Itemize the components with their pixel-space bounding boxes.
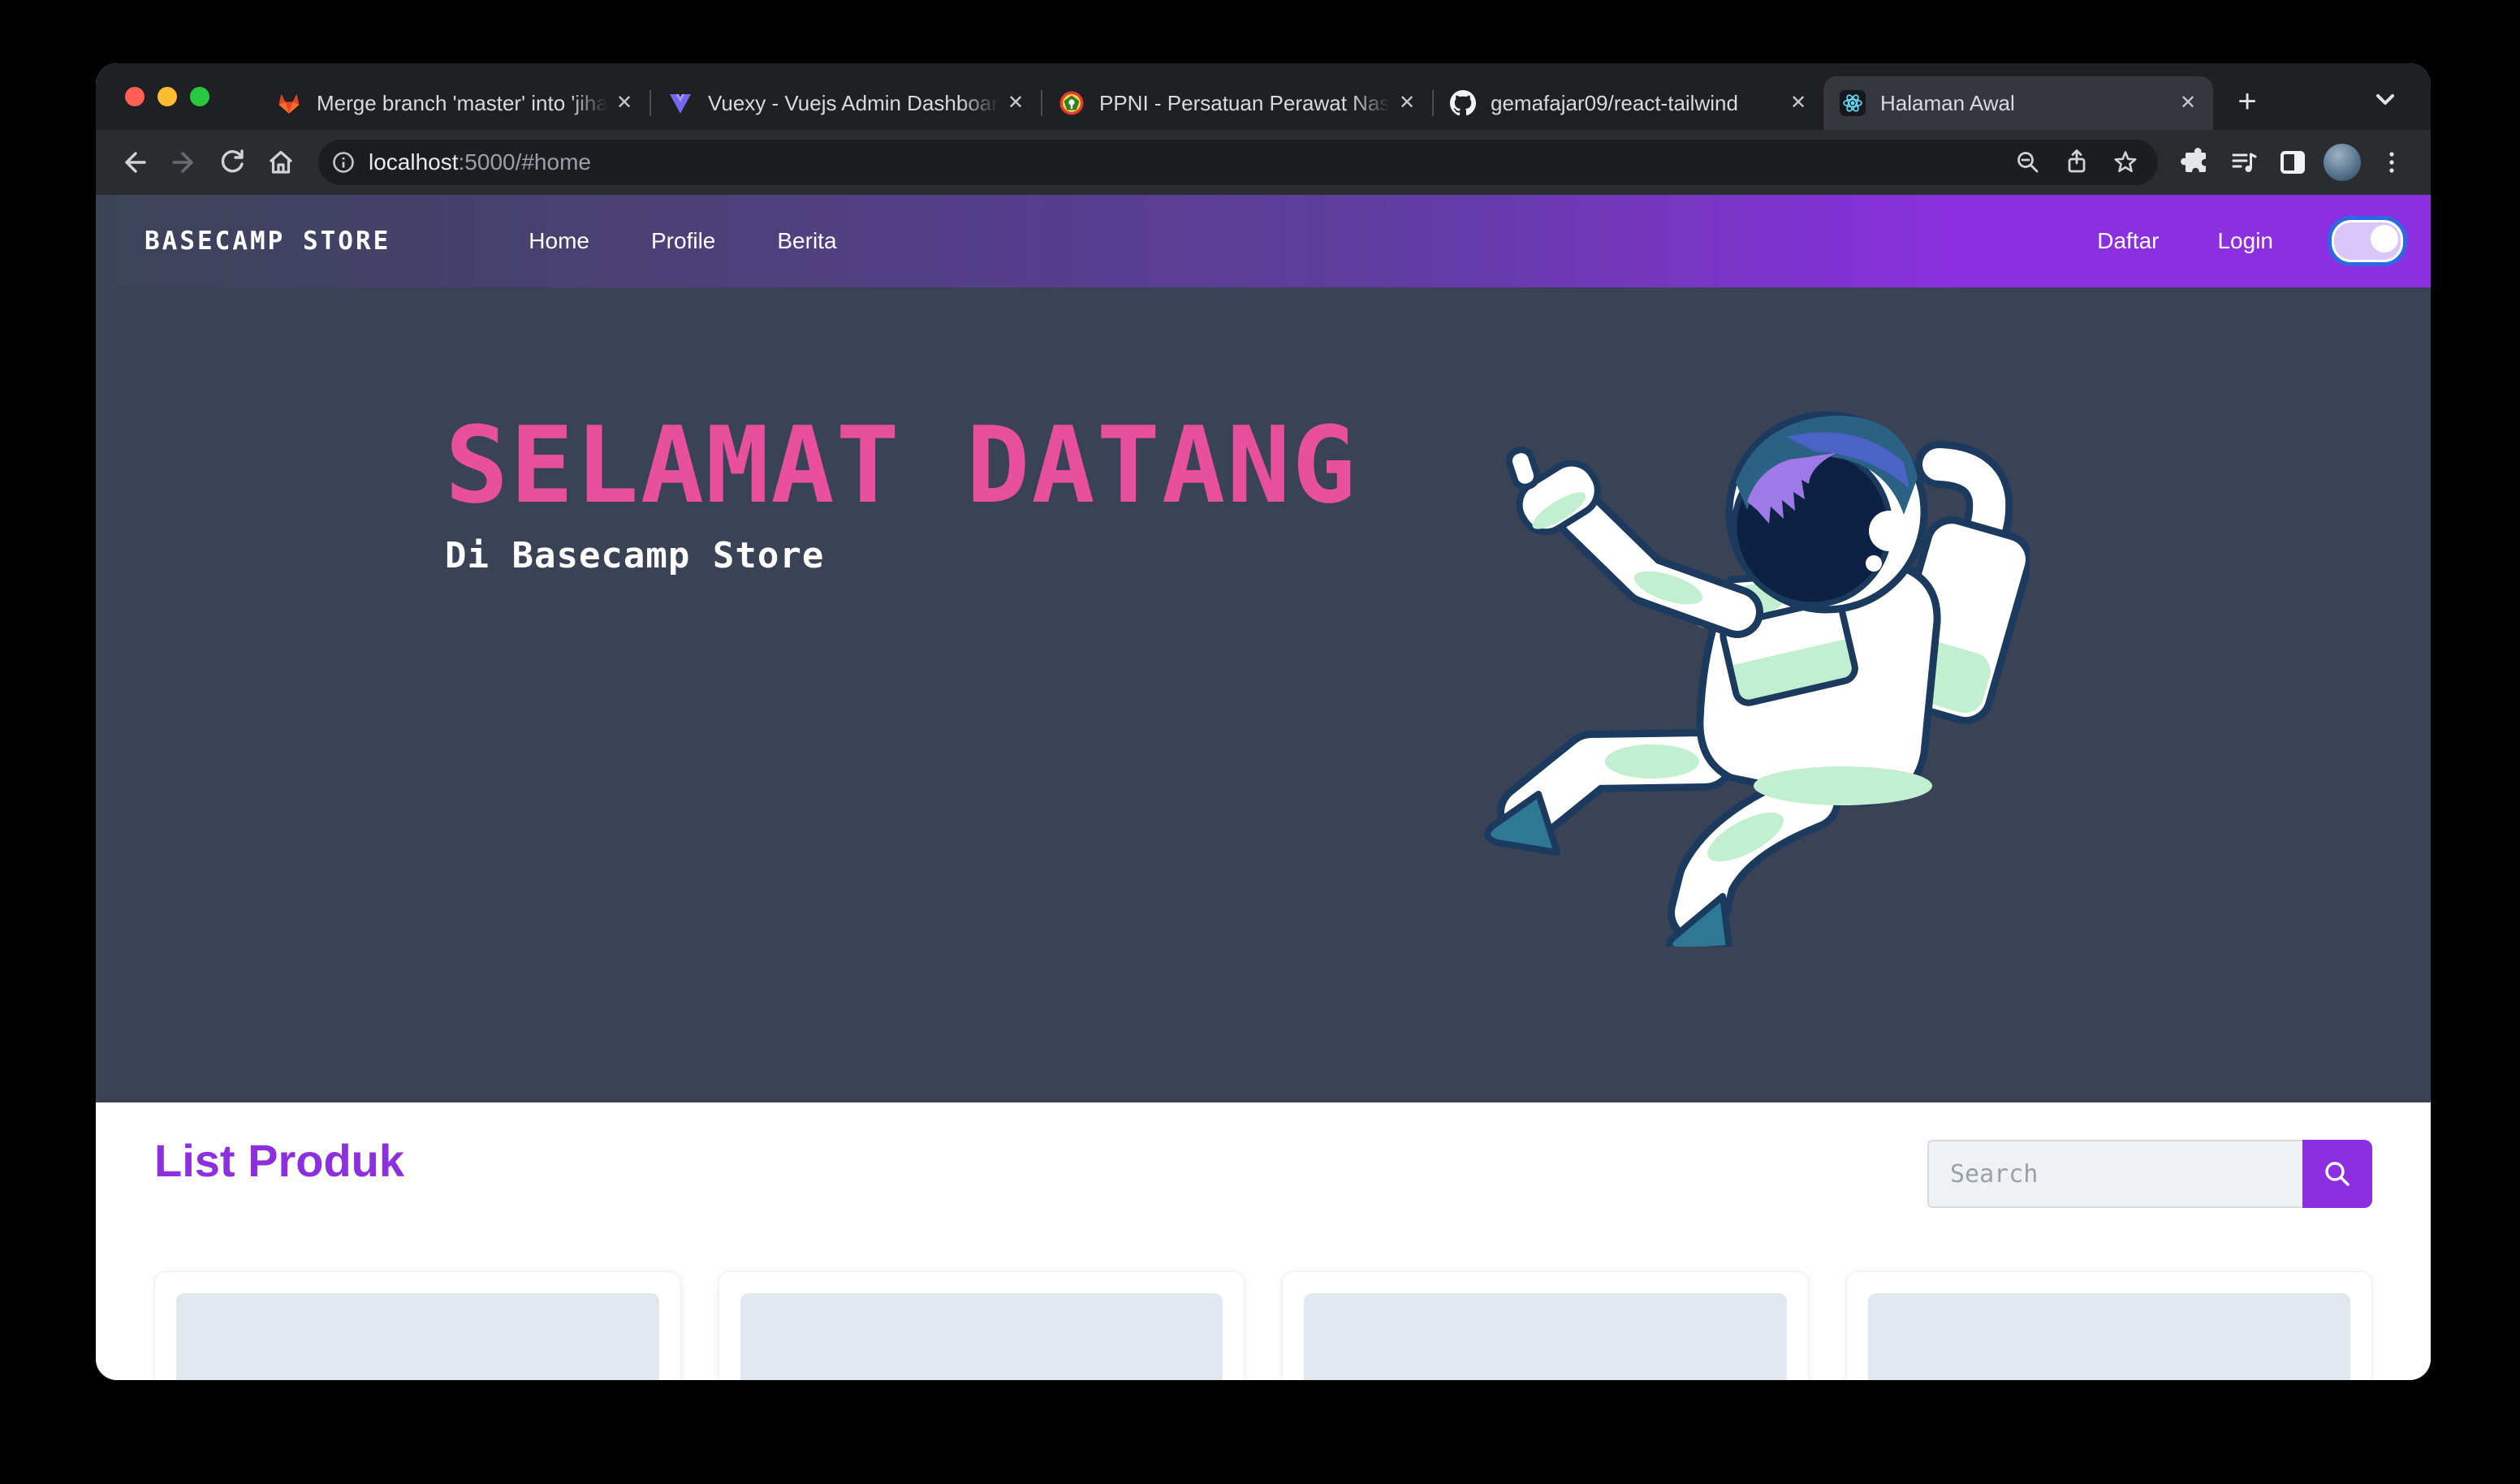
traffic-lights[interactable] xyxy=(125,87,209,106)
bookmark-star-icon[interactable] xyxy=(2104,141,2147,183)
browser-toolbar: localhost:5000/#home xyxy=(96,130,2431,195)
tab-title: Halaman Awal xyxy=(1880,91,2174,116)
new-tab-button[interactable]: + xyxy=(2224,80,2270,125)
address-bar[interactable]: localhost:5000/#home xyxy=(318,140,2158,185)
zoom-out-icon[interactable] xyxy=(2007,141,2049,183)
tab-title: Vuexy - Vuejs Admin Dashboar xyxy=(708,91,1002,116)
hero-title: SELAMAT DATANG xyxy=(445,408,1357,524)
brand-logo[interactable]: BASECAMP STORE xyxy=(145,226,391,256)
home-button[interactable] xyxy=(260,141,302,183)
browser-menu-icon[interactable] xyxy=(2371,141,2413,183)
site-navbar: BASECAMP STORE Home Profile Berita Dafta… xyxy=(96,195,2431,287)
tab-close-icon[interactable]: ✕ xyxy=(2174,89,2202,117)
tab-halaman-awal-active[interactable]: Halaman Awal ✕ xyxy=(1823,76,2213,130)
nav-link-daftar[interactable]: Daftar xyxy=(2097,228,2159,254)
back-button[interactable] xyxy=(114,141,156,183)
browser-window: Merge branch 'master' into 'jiha ✕ Vuexy… xyxy=(96,63,2431,1380)
gitlab-icon xyxy=(276,90,302,116)
search-icon xyxy=(2321,1158,2354,1190)
tab-title: gemafajar09/react-tailwind xyxy=(1491,91,1784,116)
url-text[interactable]: localhost:5000/#home xyxy=(369,149,591,175)
ppni-icon xyxy=(1059,90,1085,116)
nav-links: Home Profile Berita xyxy=(529,228,836,254)
tab-strip: Merge branch 'master' into 'jiha ✕ Vuexy… xyxy=(96,63,2431,130)
share-icon[interactable] xyxy=(2056,141,2098,183)
tab-vuexy[interactable]: Vuexy - Vuejs Admin Dashboar ✕ xyxy=(651,76,1041,130)
theme-toggle[interactable] xyxy=(2332,220,2403,262)
sidebar-panel-icon[interactable] xyxy=(2272,141,2314,183)
tab-close-icon[interactable]: ✕ xyxy=(1784,89,1812,117)
nav-link-profile[interactable]: Profile xyxy=(651,228,715,254)
tab-title: Merge branch 'master' into 'jiha xyxy=(317,91,611,116)
tab-gitlab-merge[interactable]: Merge branch 'master' into 'jiha ✕ xyxy=(260,76,649,130)
page-content: BASECAMP STORE Home Profile Berita Dafta… xyxy=(96,195,2431,1380)
image-placeholder xyxy=(176,1293,659,1380)
tab-search-chevron-icon[interactable] xyxy=(2369,83,2401,115)
product-card-grid xyxy=(154,1271,2372,1380)
image-placeholder xyxy=(740,1293,1223,1380)
image-placeholder xyxy=(1304,1293,1787,1380)
products-section: List Produk xyxy=(96,1102,2431,1380)
nav-link-berita[interactable]: Berita xyxy=(777,228,836,254)
zoom-window-button[interactable] xyxy=(190,87,209,106)
product-card[interactable] xyxy=(154,1271,681,1380)
forward-button[interactable] xyxy=(162,141,205,183)
tab-ppni[interactable]: PPNI - Persatuan Perawat Nasi ✕ xyxy=(1042,76,1432,130)
profile-avatar[interactable] xyxy=(2324,144,2361,181)
close-window-button[interactable] xyxy=(125,87,145,106)
tab-title: PPNI - Persatuan Perawat Nasi xyxy=(1099,91,1393,116)
minimize-window-button[interactable] xyxy=(158,87,177,106)
nav-link-login[interactable]: Login xyxy=(2217,228,2273,254)
search-input[interactable] xyxy=(1927,1140,2302,1208)
search-box xyxy=(1927,1140,2372,1208)
nav-actions: Daftar Login xyxy=(2097,220,2403,262)
tab-close-icon[interactable]: ✕ xyxy=(1393,89,1421,117)
astronaut-illustration xyxy=(1461,378,2030,947)
vuexy-icon xyxy=(667,90,693,116)
product-card[interactable] xyxy=(1282,1271,1809,1380)
tab-close-icon[interactable]: ✕ xyxy=(1002,89,1029,117)
tab-list: Merge branch 'master' into 'jiha ✕ Vuexy… xyxy=(260,63,2270,130)
nav-link-home[interactable]: Home xyxy=(529,228,589,254)
hero-subtitle: Di Basecamp Store xyxy=(445,535,1357,576)
hero-section: SELAMAT DATANG Di Basecamp Store xyxy=(96,287,2431,1102)
site-info-icon[interactable] xyxy=(330,149,357,176)
toggle-knob xyxy=(2371,225,2398,252)
react-icon xyxy=(1840,90,1866,116)
search-button[interactable] xyxy=(2302,1140,2372,1208)
media-playlist-icon[interactable] xyxy=(2223,141,2265,183)
section-heading: List Produk xyxy=(154,1138,404,1184)
tab-github[interactable]: gemafajar09/react-tailwind ✕ xyxy=(1434,76,1823,130)
github-icon xyxy=(1450,90,1476,116)
extensions-icon[interactable] xyxy=(2174,141,2216,183)
product-card[interactable] xyxy=(718,1271,1245,1380)
product-card[interactable] xyxy=(1846,1271,2373,1380)
tab-close-icon[interactable]: ✕ xyxy=(611,89,638,117)
reload-button[interactable] xyxy=(211,141,253,183)
image-placeholder xyxy=(1868,1293,2351,1380)
